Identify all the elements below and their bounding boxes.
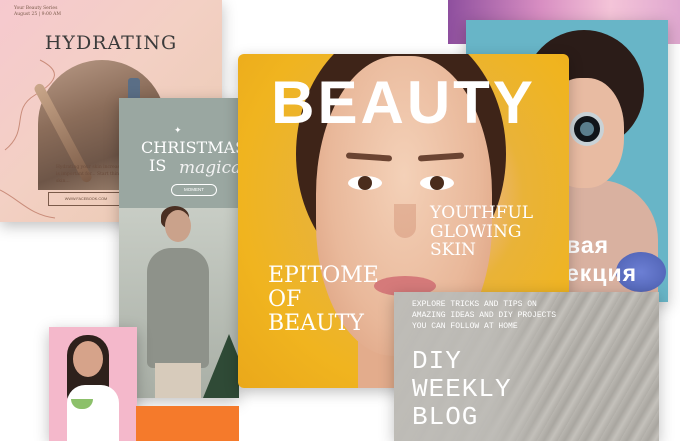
diy-title-line2: WEEKLY [412,374,512,404]
epitome-line2: OF [268,287,302,313]
teal-title-line2: екция [566,260,638,286]
woman-pants [155,363,201,398]
teal-title-line1: вая [566,232,610,258]
beauty-title: BEAUTY [271,69,536,136]
moment-badge: MOMENT [171,184,217,196]
sparkle-icon: ✦ [174,125,182,135]
christmas-title: CHRISTMAS [141,138,239,157]
hydrating-title: HYDRATING [44,32,178,54]
epitome-of-beauty-text: EPITOME OF BEAUTY [268,263,379,337]
left-iris [358,176,372,190]
christmas-is: IS [149,156,167,175]
youthful-glowing-skin-text: YOUTHFUL GLOWING SKIN [430,204,533,260]
youthful-line1: YOUTHFUL [430,203,534,223]
pink-design-card[interactable] [49,327,137,441]
diy-blog-design-card[interactable]: EXPLORE TRICKS AND TIPS ON AMAZING IDEAS… [394,292,659,441]
christmas-tree [203,334,239,398]
youthful-line2: GLOWING [430,221,522,242]
monocle-iris [580,122,594,136]
woman-head [165,210,191,242]
epitome-line1: EPITOME [268,263,379,288]
series-info: Your Beauty Series August 25 | 9:00 AM [14,6,61,19]
christmas-design-card[interactable]: ✦ CHRISTMAS IS magical MOMENT [119,98,239,398]
right-iris [430,176,444,190]
epitome-line3: BEAUTY [268,311,364,337]
woman-head [73,341,103,377]
youthful-line3: SKIN [430,240,476,261]
series-date: August 25 | 9:00 AM [14,12,61,18]
white-shirt [67,385,119,441]
diy-intro-text: EXPLORE TRICKS AND TIPS ON AMAZING IDEAS… [412,300,557,331]
website-button: WWW.FACEBOOK.COM [48,192,124,206]
diy-title-line1: DIY [412,346,462,376]
diy-title-line3: BLOG [412,402,479,432]
nose [394,204,416,238]
woman-figure [147,248,209,368]
orange-design-card[interactable] [136,406,239,441]
christmas-magical: magical [179,158,239,178]
